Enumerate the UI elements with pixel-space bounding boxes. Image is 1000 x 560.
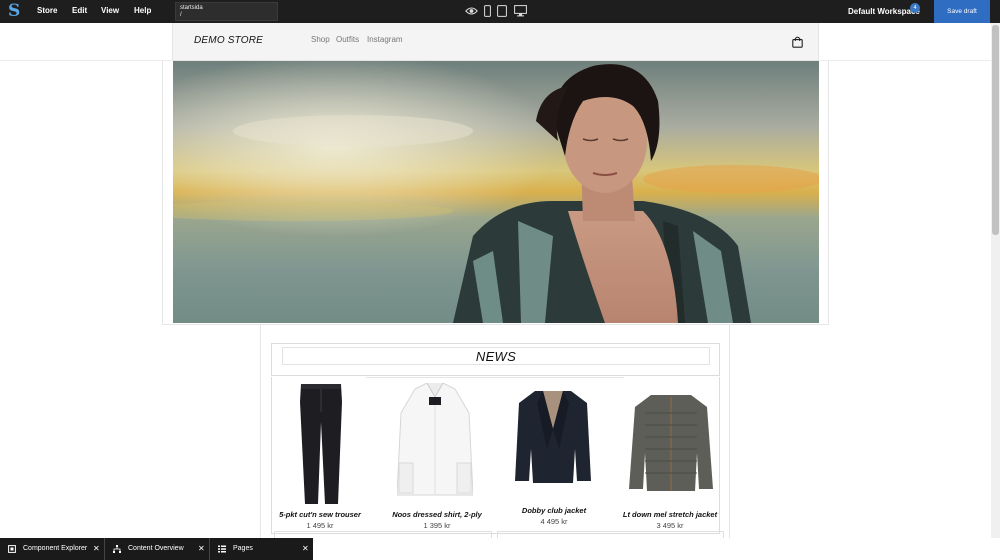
- product-image-trouser[interactable]: [298, 382, 344, 506]
- product-image-shirt[interactable]: [397, 383, 473, 497]
- news-heading-block[interactable]: NEWS: [271, 343, 720, 376]
- mobile-view-icon[interactable]: [484, 5, 491, 17]
- product-price: 1 495 kr: [306, 521, 334, 530]
- close-icon[interactable]: ✕: [198, 538, 205, 560]
- tab-label: Content Overview: [128, 545, 184, 552]
- news-heading-inner: NEWS: [282, 347, 710, 365]
- tab-label: Pages: [233, 545, 253, 552]
- shopping-bag-icon[interactable]: [792, 36, 803, 48]
- preview-eye-icon[interactable]: [465, 6, 478, 16]
- page-path: /: [180, 12, 182, 18]
- page-name: startsida: [180, 5, 203, 11]
- second-row-left-block[interactable]: [274, 531, 492, 538]
- hero-image[interactable]: [173, 61, 819, 323]
- app-logo[interactable]: S: [8, 3, 21, 20]
- tab-content-overview[interactable]: Content Overview ✕: [105, 538, 209, 560]
- product-name[interactable]: Noos dressed shirt, 2-ply: [382, 510, 492, 519]
- nav-instagram[interactable]: Instagram: [367, 35, 403, 44]
- tablet-view-icon[interactable]: [497, 5, 507, 17]
- pages-list-icon: [218, 545, 226, 553]
- desktop-view-icon[interactable]: [514, 5, 527, 17]
- tab-label: Component Explorer: [23, 545, 88, 552]
- hierarchy-icon: [113, 545, 121, 553]
- product-price: 4 495 kr: [540, 517, 568, 526]
- nav-shop[interactable]: Shop: [311, 35, 330, 44]
- product-name[interactable]: 5-pkt cut'n sew trouser: [265, 510, 375, 519]
- component-icon: [8, 545, 16, 553]
- store-header[interactable]: DEMO STORE Shop Outfits Instagram: [172, 23, 819, 61]
- workspace-count-badge: 4: [910, 3, 920, 13]
- product-name[interactable]: Lt down mel stretch jacket: [615, 510, 725, 519]
- save-draft-button[interactable]: Save draft: [934, 0, 990, 23]
- page-preview-canvas[interactable]: DEMO STORE Shop Outfits Instagram NEWS 5…: [0, 23, 991, 538]
- product-name[interactable]: Dobby club jacket: [499, 506, 609, 515]
- tab-pages[interactable]: Pages ✕: [210, 538, 313, 560]
- product-price: 1 395 kr: [423, 521, 451, 530]
- top-toolbar: S Store Edit View Help startsida / Defau…: [0, 0, 1000, 23]
- editor-app: S Store Edit View Help startsida / Defau…: [0, 0, 1000, 560]
- tab-component-explorer[interactable]: Component Explorer ✕: [0, 538, 104, 560]
- product-image-down-jacket[interactable]: [629, 393, 713, 493]
- product-price: 3 495 kr: [656, 521, 684, 530]
- toolbar-end: [990, 0, 1000, 23]
- menu-edit[interactable]: Edit: [72, 6, 87, 15]
- vertical-scrollbar[interactable]: [991, 23, 1000, 538]
- menu-store[interactable]: Store: [37, 6, 57, 15]
- scrollbar-thumb[interactable]: [992, 25, 999, 235]
- close-icon[interactable]: ✕: [93, 538, 100, 560]
- news-title: NEWS: [475, 349, 517, 364]
- menu-help[interactable]: Help: [134, 6, 151, 15]
- close-icon[interactable]: ✕: [302, 538, 309, 560]
- bottom-panel-bar: Component Explorer ✕ Content Overview ✕ …: [0, 538, 1000, 560]
- store-logo-text[interactable]: DEMO STORE: [194, 35, 263, 46]
- nav-outfits[interactable]: Outfits: [336, 35, 359, 44]
- page-selector[interactable]: startsida /: [175, 2, 278, 21]
- product-grid-divider: [366, 377, 624, 378]
- product-image-jacket[interactable]: [515, 389, 591, 485]
- second-row-right-block[interactable]: [497, 531, 724, 538]
- menu-view[interactable]: View: [101, 6, 119, 15]
